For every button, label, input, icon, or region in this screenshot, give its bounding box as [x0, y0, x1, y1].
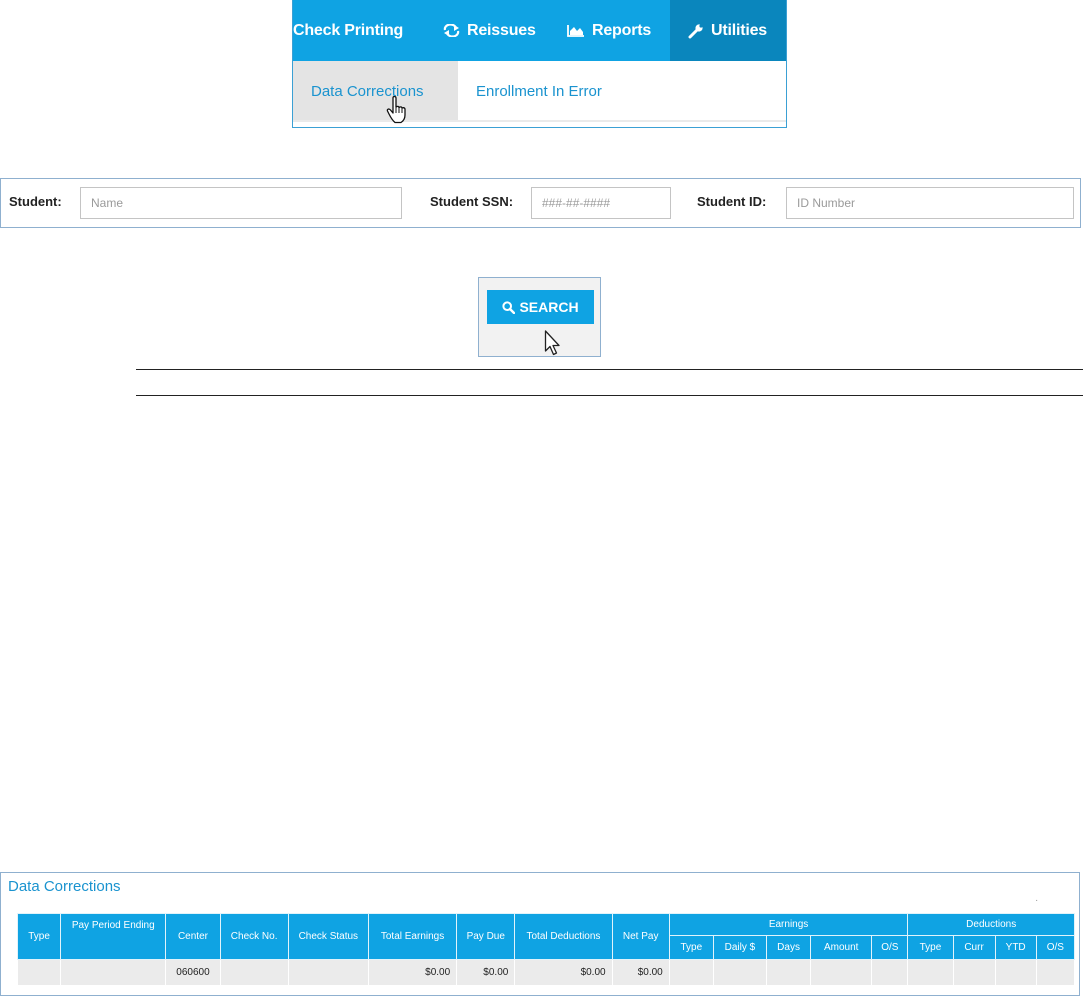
table-row[interactable]: 060600 $0.00 $0.00 $0.00 $0.00	[16, 959, 1076, 986]
submenu-item-data-corrections[interactable]: Data Corrections	[293, 61, 458, 121]
column-header-deductions-curr[interactable]: Curr	[952, 935, 996, 960]
column-group-deductions: Deductions	[907, 913, 1075, 936]
column-header-deductions-os[interactable]: O/S	[1035, 935, 1076, 960]
cell-earnings-daily	[712, 959, 768, 986]
separator-top	[136, 369, 1083, 370]
student-name-input[interactable]	[80, 187, 402, 219]
student-id-input[interactable]	[786, 187, 1074, 219]
search-icon	[502, 300, 516, 314]
data-corrections-panel: Data Corrections · Type Pay Period Endin…	[0, 872, 1080, 996]
submenu-item-enrollment-in-error[interactable]: Enrollment In Error	[458, 61, 602, 121]
student-ssn-label: Student SSN:	[430, 194, 514, 209]
data-corrections-title: Data Corrections	[8, 878, 121, 895]
column-header-earnings-os[interactable]: O/S	[871, 935, 909, 960]
utilities-submenu: Data Corrections Enrollment In Error	[293, 61, 786, 121]
cell-deductions-os	[1035, 959, 1076, 986]
arrow-cursor-icon	[544, 330, 560, 356]
refresh-icon	[443, 24, 460, 37]
student-ssn-input[interactable]	[531, 187, 671, 219]
nav-item-label: Utilities	[711, 21, 767, 39]
column-header-pay-due[interactable]: Pay Due	[456, 913, 516, 960]
data-corrections-table: Type Pay Period Ending Center Check No. …	[16, 913, 1076, 986]
panel-marker: ·	[1035, 895, 1039, 906]
cell-total-earnings: $0.00	[367, 959, 458, 986]
table-header-row: Type Pay Period Ending Center Check No. …	[16, 913, 1075, 960]
cell-deductions-curr	[952, 959, 996, 986]
column-header-pay-period-ending[interactable]: Pay Period Ending	[60, 913, 167, 960]
column-header-deductions-ytd[interactable]: YTD	[994, 935, 1037, 960]
column-header-check-status[interactable]: Check Status	[287, 913, 369, 960]
student-id-label: Student ID:	[697, 194, 767, 209]
search-button-label: SEARCH	[519, 299, 579, 315]
cell-deductions-ytd	[994, 959, 1037, 986]
separator-bottom	[136, 395, 1083, 396]
column-header-earnings-days[interactable]: Days	[765, 935, 812, 960]
cell-earnings-amount	[810, 959, 873, 986]
cell-earnings-days	[765, 959, 812, 986]
submenu-divider	[293, 120, 786, 122]
column-header-check-no[interactable]: Check No.	[219, 913, 289, 960]
column-header-net-pay[interactable]: Net Pay	[611, 913, 670, 960]
student-label: Student:	[9, 194, 62, 209]
column-header-earnings-amount[interactable]: Amount	[810, 935, 873, 960]
submenu-item-label: Enrollment In Error	[476, 82, 602, 100]
column-header-deductions-type[interactable]: Type	[907, 935, 954, 960]
nav-item-label: Reports	[592, 21, 652, 39]
nav-item-label: Reissues	[467, 21, 536, 39]
column-header-total-deductions[interactable]: Total Deductions	[514, 913, 613, 960]
cell-pay-period-ending	[60, 959, 167, 986]
hand-cursor-icon	[386, 96, 406, 124]
column-header-total-earnings[interactable]: Total Earnings	[367, 913, 458, 960]
wrench-icon	[688, 23, 704, 39]
column-header-earnings-daily[interactable]: Daily $	[712, 935, 768, 960]
column-header-type[interactable]: Type	[16, 913, 62, 960]
cell-type	[16, 959, 62, 986]
main-nav-bar: Check Printing Reissues Reports Utilitie…	[293, 0, 786, 61]
nav-item-check-printing[interactable]: Check Printing	[293, 0, 443, 61]
cell-earnings-type	[668, 959, 714, 986]
cell-check-status	[287, 959, 369, 986]
cell-pay-due: $0.00	[456, 959, 516, 986]
column-header-earnings-type[interactable]: Type	[668, 935, 714, 960]
nav-item-reports[interactable]: Reports	[567, 0, 670, 61]
nav-item-reissues[interactable]: Reissues	[443, 0, 567, 61]
column-group-earnings: Earnings	[668, 913, 909, 936]
nav-item-label: Check Printing	[293, 21, 404, 39]
cell-center: 060600	[165, 959, 221, 986]
cell-deductions-type	[907, 959, 954, 986]
nav-item-utilities[interactable]: Utilities	[670, 0, 786, 61]
cell-net-pay: $0.00	[611, 959, 670, 986]
main-menu-panel: Check Printing Reissues Reports Utilitie…	[292, 0, 787, 128]
cell-check-no	[219, 959, 289, 986]
cell-earnings-os	[871, 959, 909, 986]
area-chart-icon	[567, 24, 585, 37]
student-search-filters: Student: Student SSN: Student ID:	[0, 178, 1081, 228]
cell-total-deductions: $0.00	[514, 959, 613, 986]
search-button[interactable]: SEARCH	[487, 290, 594, 324]
column-header-center[interactable]: Center	[165, 913, 221, 960]
search-button-panel: SEARCH	[478, 277, 601, 357]
